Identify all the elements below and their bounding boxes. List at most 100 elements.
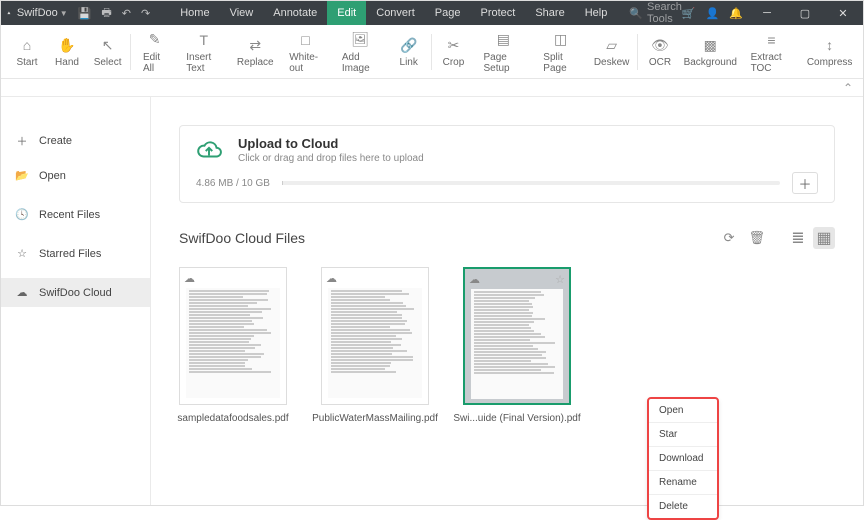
ribbon-label: Crop: [443, 57, 465, 68]
grid-view-button[interactable]: ▦: [813, 227, 835, 249]
ribbon-hand[interactable]: ✋ Hand: [47, 31, 87, 72]
ribbon-label: Background: [684, 57, 737, 68]
upload-card[interactable]: Upload to Cloud Click or drag and drop f…: [179, 125, 835, 203]
recent-files-icon: 🕓: [15, 208, 29, 221]
ribbon-crop[interactable]: ✂Crop: [433, 31, 473, 72]
context-rename[interactable]: Rename: [649, 471, 717, 495]
section-title: SwifDoo Cloud Files: [179, 230, 305, 246]
minimize-button[interactable]: ─: [753, 7, 781, 19]
sidebar-item-swifdoo-cloud[interactable]: ☁SwifDoo Cloud: [1, 278, 150, 307]
ribbon-select[interactable]: ↖Select: [87, 31, 128, 72]
context-open[interactable]: Open: [649, 399, 717, 423]
upload-subtitle: Click or drag and drop files here to upl…: [238, 153, 424, 164]
sidebar-item-open[interactable]: 📂Open: [1, 161, 150, 190]
menu-annotate[interactable]: Annotate: [263, 1, 327, 25]
ribbon-white-out[interactable]: □White-out: [279, 26, 332, 78]
ribbon-label: White-out: [289, 52, 322, 74]
undo-icon[interactable]: ↶: [122, 7, 131, 20]
main-area: ＋Create📂Open🕓Recent Files☆Starred Files☁…: [1, 97, 863, 505]
dropdown-icon[interactable]: ▼: [60, 9, 68, 18]
file-card[interactable]: ☁☆Swi...uide (Final Version).pdf: [463, 267, 571, 424]
close-button[interactable]: ✕: [829, 7, 857, 20]
file-thumbnail[interactable]: ☁: [179, 267, 287, 405]
add-image-icon: 🖼: [351, 30, 369, 50]
ribbon-split-page[interactable]: ◫Split Page: [533, 26, 588, 78]
start-icon: ⌂: [23, 35, 31, 55]
file-name: sampledatafoodsales.pdf: [177, 413, 288, 424]
menu-share[interactable]: Share: [525, 1, 574, 25]
app-window: SwifDoo ▼ 💾 🖶 ↶ ↷ HomeViewAnnotateEditCo…: [0, 0, 864, 506]
search-tools[interactable]: 🔍 Search Tools: [629, 1, 682, 25]
link-icon: 🔗: [400, 35, 417, 55]
compress-icon: ↕: [826, 35, 833, 55]
ribbon-ocr[interactable]: 👁OCR: [640, 31, 680, 72]
maximize-button[interactable]: ▢: [791, 7, 819, 20]
ribbon-label: Hand: [55, 57, 79, 68]
bell-icon[interactable]: 🔔: [729, 7, 743, 20]
document-preview: [328, 288, 422, 398]
title-bar: SwifDoo ▼ 💾 🖶 ↶ ↷ HomeViewAnnotateEditCo…: [1, 1, 863, 25]
sidebar-item-label: Recent Files: [39, 209, 100, 221]
file-thumbnail[interactable]: ☁: [321, 267, 429, 405]
document-preview: [186, 288, 280, 398]
menu-convert[interactable]: Convert: [366, 1, 425, 25]
file-card[interactable]: ☁PublicWaterMassMailing.pdf: [321, 267, 429, 424]
insert-text-icon: T: [199, 30, 208, 50]
sidebar-item-label: Starred Files: [39, 248, 101, 260]
cart-icon[interactable]: 🛒: [682, 7, 696, 20]
ribbon-link[interactable]: 🔗Link: [389, 31, 429, 72]
context-star[interactable]: Star: [649, 423, 717, 447]
ribbon-toolbar: ⌂Start✋Hand↖Select✎Edit AllTInsert Text⇄…: [1, 25, 863, 79]
trash-icon[interactable]: 🗑: [748, 230, 765, 246]
context-delete[interactable]: Delete: [649, 495, 717, 518]
ribbon-add-image[interactable]: 🖼Add Image: [332, 26, 389, 78]
ribbon-compress[interactable]: ↕Compress: [802, 31, 857, 72]
ribbon-start[interactable]: ⌂ Start: [7, 31, 47, 72]
menu-help[interactable]: Help: [575, 1, 618, 25]
sidebar-item-recent-files[interactable]: 🕓 Recent Files: [1, 200, 150, 229]
ribbon-label: Edit All: [143, 52, 166, 74]
menu-protect[interactable]: Protect: [470, 1, 525, 25]
menu-view[interactable]: View: [220, 1, 264, 25]
save-icon[interactable]: 💾: [78, 7, 92, 20]
ribbon-label: Insert Text: [186, 52, 221, 74]
file-card[interactable]: ☁ sampledatafoodsales.pdf: [179, 267, 287, 424]
extract-toc-icon: ≡: [767, 30, 775, 50]
list-view-button[interactable]: ≣: [787, 227, 809, 249]
refresh-icon[interactable]: ⟳: [724, 230, 735, 246]
ribbon-label: Add Image: [342, 52, 379, 74]
menu-bar: HomeViewAnnotateEditConvertPageProtectSh…: [170, 1, 617, 25]
ribbon-label: Start: [16, 57, 37, 68]
file-name: Swi...uide (Final Version).pdf: [453, 413, 580, 424]
ocr-icon: 👁: [651, 35, 669, 55]
edit-all-icon: ✎: [149, 30, 161, 50]
file-thumbnail[interactable]: ☁☆: [463, 267, 571, 405]
hand-icon: ✋: [58, 35, 75, 55]
context-download[interactable]: Download: [649, 447, 717, 471]
menu-home[interactable]: Home: [170, 1, 219, 25]
redo-icon[interactable]: ↷: [141, 7, 150, 20]
collapse-panel-icon[interactable]: ⌃: [843, 81, 853, 95]
user-icon[interactable]: 👤: [706, 7, 720, 20]
add-storage-button[interactable]: ＋: [792, 172, 818, 194]
star-icon[interactable]: ☆: [555, 273, 565, 286]
ribbon-replace[interactable]: ⇄Replace: [231, 31, 279, 72]
print-icon[interactable]: 🖶: [101, 4, 111, 23]
sidebar-item-starred-files[interactable]: ☆ Starred Files: [1, 239, 150, 268]
app-name: SwifDoo: [17, 7, 58, 19]
ribbon-deskew[interactable]: ▱Deskew: [588, 31, 635, 72]
file-grid: ☁ sampledatafoodsales.pdf ☁PublicWaterMass…: [179, 267, 835, 424]
starred-files-icon: ☆: [15, 247, 29, 260]
ribbon-insert-text[interactable]: TInsert Text: [176, 26, 231, 78]
menu-edit[interactable]: Edit: [327, 1, 366, 25]
ribbon-edit-all[interactable]: ✎Edit All: [133, 26, 176, 78]
cloud-upload-icon: [196, 137, 222, 163]
ribbon-divider: [130, 34, 131, 70]
open-icon: 📂: [15, 169, 29, 182]
ribbon-extract-toc[interactable]: ≡Extract TOC: [741, 26, 803, 78]
replace-icon: ⇄: [249, 35, 261, 55]
ribbon-page-setup[interactable]: ▤Page Setup: [473, 26, 533, 78]
menu-page[interactable]: Page: [425, 1, 471, 25]
ribbon-background[interactable]: ▩Background: [680, 31, 741, 72]
sidebar-item-create[interactable]: ＋Create: [1, 125, 150, 157]
